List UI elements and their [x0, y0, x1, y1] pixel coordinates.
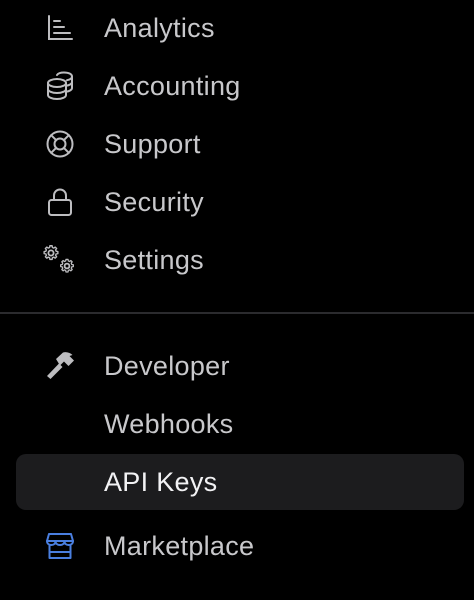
sidebar-item-label: Developer [104, 351, 230, 381]
sidebar-item-label: Marketplace [104, 531, 255, 561]
sidebar-item-label: Security [104, 187, 204, 217]
gears-icon [42, 242, 78, 278]
sidebar-item-developer[interactable]: Developer [16, 338, 464, 394]
sidebar-item-label: Analytics [104, 13, 215, 43]
storefront-icon [42, 528, 78, 564]
sidebar-item-support[interactable]: Support [16, 116, 464, 172]
sidebar-item-marketplace[interactable]: Marketplace [16, 518, 464, 574]
sidebar-item-label: API Keys [104, 467, 218, 497]
sidebar-item-webhooks[interactable]: Webhooks [16, 396, 464, 452]
sidebar-item-label: Webhooks [104, 409, 234, 439]
sidebar-divider [0, 312, 474, 314]
sidebar-item-settings[interactable]: Settings [16, 232, 464, 288]
sidebar-item-api-keys[interactable]: API Keys [16, 454, 464, 510]
bar-chart-icon [42, 10, 78, 46]
lock-icon [42, 184, 78, 220]
sidebar-item-security[interactable]: Security [16, 174, 464, 230]
sidebar-item-accounting[interactable]: Accounting [16, 58, 464, 114]
sidebar-item-label: Support [104, 129, 201, 159]
sidebar-item-label: Accounting [104, 71, 241, 101]
hammer-icon [42, 348, 78, 384]
lifebuoy-icon [42, 126, 78, 162]
sidebar-item-label: Settings [104, 245, 204, 275]
sidebar-item-analytics[interactable]: Analytics [16, 0, 464, 56]
coins-icon [42, 68, 78, 104]
